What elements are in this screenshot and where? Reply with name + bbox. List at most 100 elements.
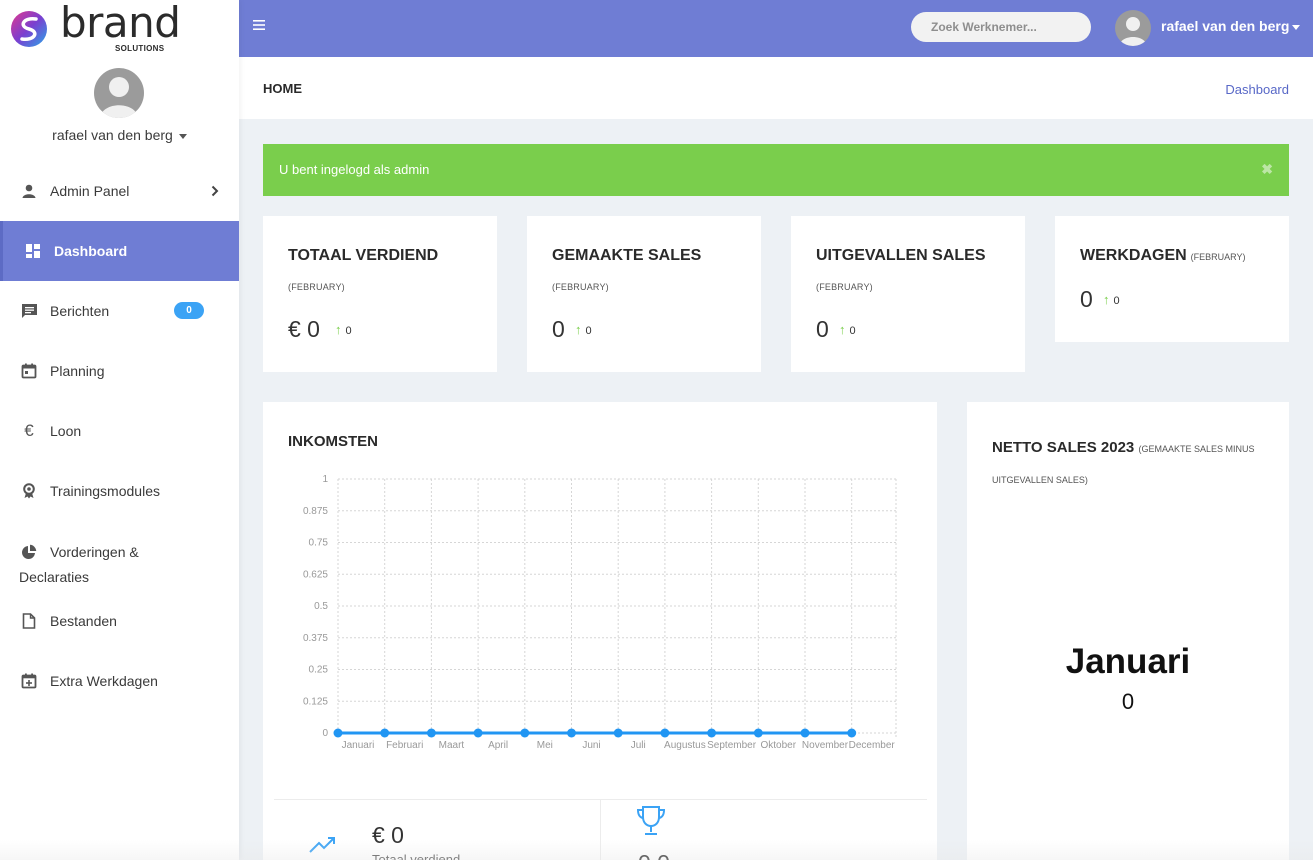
total-earned-label: Totaal verdiend [372, 852, 461, 860]
stat-card-totaal-verdiend: TOTAAL VERDIEND (FEBRUARY) € 0 ↑ 0 [263, 216, 497, 372]
arrow-up-icon: ↑ [575, 322, 582, 337]
avatar[interactable] [94, 68, 144, 118]
sidebar: brand SOLUTIONS rafael van den berg Admi… [0, 0, 239, 860]
trophy-icon [636, 806, 666, 835]
divider [600, 800, 601, 860]
income-line-chart: 0 0.125 0.25 0.375 0.5 0.625 0.75 0.875 1 Januari… [303, 474, 897, 751]
sidebar-item-label: Extra Werkdagen [50, 673, 158, 689]
calendar-icon [20, 362, 38, 380]
card-delta-value: 0 [345, 325, 352, 337]
euro-icon: € [24, 421, 34, 440]
top-navbar: rafael van den berg [239, 0, 1313, 57]
sidebar-item-label: Planning [50, 363, 105, 379]
card-value: 0 [552, 316, 565, 342]
card-subtitle: (FEBRUARY) [288, 282, 345, 292]
sidebar-item-berichten[interactable]: Berichten 0 [0, 281, 239, 341]
data-point [333, 728, 343, 738]
data-point [800, 728, 810, 738]
sidebar-item-label: Berichten [50, 303, 110, 319]
stat-card-gemaakte-sales: GEMAAKTE SALES (FEBRUARY) 0 ↑ 0 [527, 216, 761, 372]
chevron-right-icon [211, 185, 219, 197]
pie-chart-icon [20, 543, 38, 561]
user-silhouette-icon [100, 77, 138, 118]
data-point [567, 728, 576, 738]
x-tick-label: Oktober [761, 740, 797, 751]
data-point [520, 728, 530, 738]
sidebar-item-admin-panel[interactable]: Admin Panel [0, 161, 239, 221]
page-title: HOME [263, 81, 302, 96]
sidebar-item-vorderingen-declaraties[interactable]: Vorderingen & Declaraties [0, 521, 239, 597]
sidebar-item-dashboard[interactable]: Dashboard [0, 221, 239, 281]
login-alert: U bent ingelogd als admin ✖ [263, 144, 1289, 196]
card-value: € 0 [288, 316, 320, 342]
brand-subtitle: SOLUTIONS [115, 44, 165, 53]
x-tick-label: Maart [439, 740, 465, 751]
data-point [613, 728, 623, 738]
netto-month-value: 0 [1121, 689, 1135, 714]
y-tick-label: 0.625 [303, 569, 328, 580]
y-tick-label: 1 [322, 474, 328, 485]
sidebar-item-label: Loon [50, 423, 82, 439]
sidebar-item-bestanden[interactable]: Bestanden [0, 591, 239, 651]
topbar-avatar[interactable] [1115, 10, 1151, 46]
stat-card-werkdagen: WERKDAGEN (FEBRUARY) 0 ↑ 0 [1055, 216, 1289, 342]
sidebar-nav: Admin Panel Dashboard Berichten 0 Planni… [0, 161, 239, 711]
card-subtitle: (FEBRUARY) [552, 282, 609, 292]
income-summary: € 0 Totaal verdiend 0 0 [274, 799, 927, 860]
caret-down-icon [1292, 24, 1301, 30]
topbar-user-name: rafael van den berg [1161, 18, 1290, 34]
card-delta-value: 0 [849, 325, 856, 337]
breadcrumb-dashboard[interactable]: Dashboard [1225, 82, 1289, 97]
x-tick-label: Januari [342, 740, 375, 751]
data-point [847, 728, 857, 738]
employee-search-input[interactable] [911, 12, 1091, 42]
card-delta: ↑ 0 [575, 322, 592, 337]
arrow-up-icon: ↑ [1103, 292, 1110, 307]
income-chart-card: INKOMSTEN 0 0.125 0.25 0.375 0.5 0.625 0.75 0.8… [263, 402, 937, 860]
x-tick-label: Juli [631, 740, 646, 751]
award-icon [20, 482, 38, 500]
data-point [380, 728, 390, 738]
sidebar-item-planning[interactable]: Planning [0, 341, 239, 401]
netto-sales-card: NETTO SALES 2023 (GEMAAKTE SALES MINUS U… [967, 402, 1289, 860]
x-tick-label: Augustus [664, 740, 706, 751]
sidebar-user-name: rafael van den berg [52, 127, 173, 143]
sidebar-user-menu[interactable]: rafael van den berg [0, 127, 239, 143]
card-value: 0 [816, 316, 829, 342]
calendar-plus-icon [20, 672, 38, 690]
hamburger-menu-icon[interactable] [253, 19, 265, 31]
brand-logo[interactable]: brand SOLUTIONS [10, 0, 181, 56]
card-title: GEMAAKTE SALES [552, 247, 702, 264]
sidebar-item-trainingsmodules[interactable]: Trainingsmodules [0, 461, 239, 521]
card-delta: ↑ 0 [839, 322, 856, 337]
close-icon[interactable]: ✖ [1261, 161, 1273, 178]
page-header: HOME Dashboard [239, 57, 1313, 119]
person-icon [20, 182, 38, 200]
card-subtitle: (FEBRUARY) [1190, 252, 1246, 262]
dashboard-icon [24, 242, 42, 260]
y-tick-label: 0.75 [309, 538, 329, 549]
sidebar-item-label: Admin Panel [50, 183, 130, 199]
sidebar-item-loon[interactable]: € Loon [0, 401, 239, 461]
netto-title: NETTO SALES 2023 (GEMAAKTE SALES MINUS U… [992, 433, 1272, 495]
netto-title-text: NETTO SALES 2023 [992, 439, 1135, 456]
sidebar-item-label: Vorderingen & [50, 544, 139, 560]
x-tick-label: December [849, 740, 896, 751]
data-point [660, 728, 670, 738]
file-icon [20, 612, 38, 630]
topbar-user-menu[interactable]: rafael van den berg [1161, 18, 1301, 34]
y-tick-label: 0.25 [309, 665, 329, 676]
sidebar-item-label: Dashboard [54, 243, 128, 259]
caret-down-icon [178, 133, 187, 139]
card-delta: ↑ 0 [1103, 292, 1120, 307]
arrow-up-icon: ↑ [839, 322, 846, 337]
sidebar-item-extra-werkdagen[interactable]: Extra Werkdagen [0, 651, 239, 711]
netto-month: Januari [1065, 642, 1191, 681]
data-point [426, 728, 436, 738]
unread-count-badge: 0 [174, 302, 204, 319]
arrow-up-icon: ↑ [335, 322, 342, 337]
sidebar-item-label: Bestanden [50, 613, 117, 629]
y-tick-label: 0.375 [303, 633, 328, 644]
y-tick-label: 0.875 [303, 506, 328, 517]
user-silhouette-icon [1119, 17, 1147, 46]
